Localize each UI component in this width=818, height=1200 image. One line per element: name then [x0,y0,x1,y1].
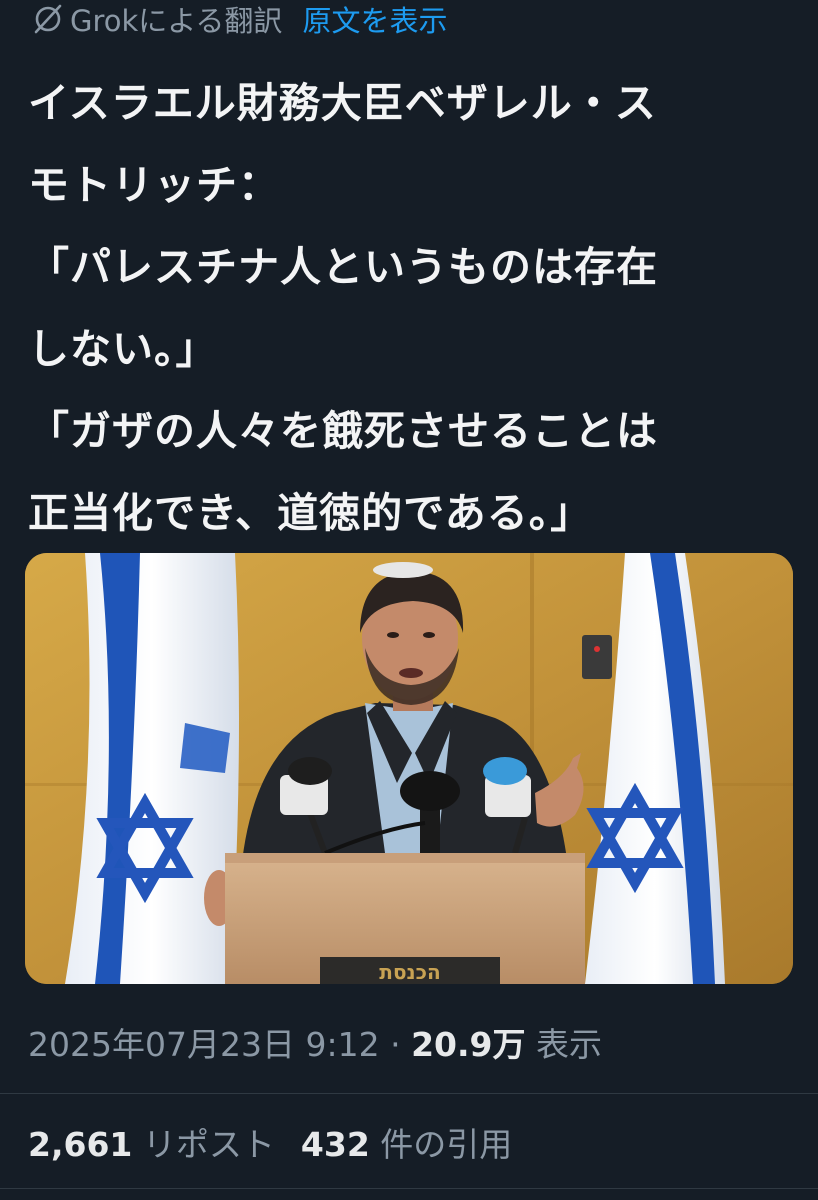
reposts-label: リポスト [142,1125,275,1164]
reposts-stat[interactable]: 2,661 リポスト [28,1118,275,1166]
show-original-link[interactable]: 原文を表示 [302,0,447,40]
podium: הכנסת [225,853,585,984]
tweet-photo[interactable]: הכנסת [25,553,793,984]
divider [0,1093,818,1094]
tweet-meta: 2025年07月23日 9:12 · 20.9万 表示 [28,1018,602,1066]
podium-sign-text: הכנסת [379,960,440,984]
translation-bar: Grokによる翻訳 原文を表示 [32,0,447,38]
tweet-text-line: 正当化でき、道徳的である。」 [28,489,593,537]
grok-icon [34,4,62,34]
views-count: 20.9万 [411,1025,526,1064]
meta-separator: · [390,1025,401,1064]
translation-label: Grokによる翻訳 [70,4,283,38]
tweet-text-line: モトリッチ： [28,161,280,209]
tweet-date[interactable]: 2025年07月23日 [28,1025,295,1064]
tweet-text-line: イスラエル財務大臣ベザレル・ス [28,79,657,127]
tweet-stats: 2,661 リポスト 432 件の引用 [28,1118,512,1166]
quotes-label: 件の引用 [380,1125,513,1164]
tweet-text-line: 「パレスチナ人というものは存在 [28,243,658,291]
photo-illustration: הכנסת [25,553,793,984]
views-label: 表示 [536,1025,602,1064]
quotes-stat[interactable]: 432 件の引用 [301,1118,512,1166]
quotes-count: 432 [300,1125,370,1164]
tweet-time[interactable]: 9:12 [305,1025,379,1064]
tweet-text: イスラエル財務大臣ベザレル・ス モトリッチ： 「パレスチナ人というものは存在 し… [28,62,798,554]
divider [0,1188,818,1189]
reposts-count: 2,661 [28,1125,133,1164]
tweet-text-line: 「ガザの人々を餓死させることは [28,407,658,455]
tweet-text-line: しない。」 [28,325,218,373]
